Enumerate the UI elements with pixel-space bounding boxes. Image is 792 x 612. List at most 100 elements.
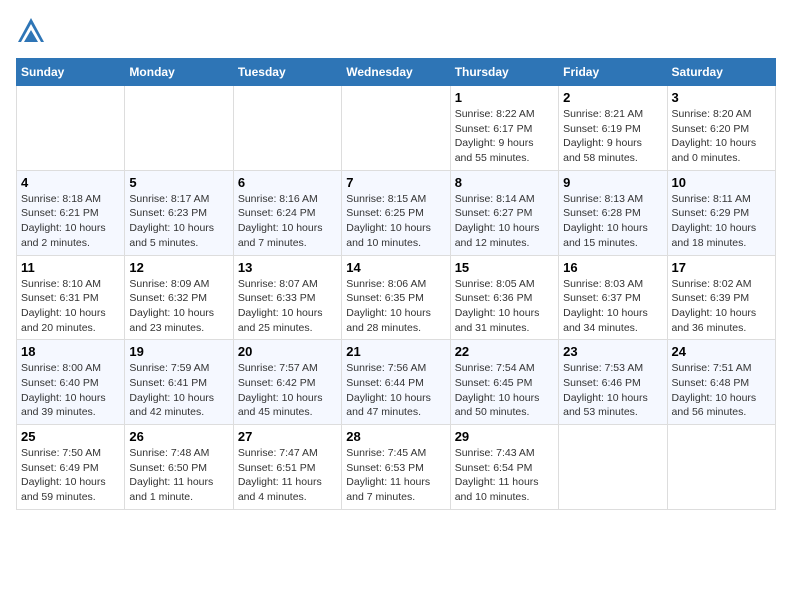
day-info: Sunrise: 7:53 AM Sunset: 6:46 PM Dayligh… [563,361,662,420]
calendar-cell [559,425,667,510]
calendar-cell: 23 Sunrise: 7:53 AM Sunset: 6:46 PM Dayli… [559,340,667,425]
weekday-header: Friday [559,59,667,86]
calendar-cell: 18 Sunrise: 8:00 AM Sunset: 6:40 PM Dayli… [17,340,125,425]
calendar-cell: 21Sunrise: 7:56 AM Sunset: 6:44 PM Dayli… [342,340,450,425]
day-number: 12 [129,260,228,275]
calendar-cell: 27 Sunrise: 7:47 AM Sunset: 6:51 PM Dayli… [233,425,341,510]
weekday-header: Monday [125,59,233,86]
calendar-cell: 19 Sunrise: 7:59 AM Sunset: 6:41 PM Dayli… [125,340,233,425]
day-info: Sunrise: 8:17 AM Sunset: 6:23 PM Dayligh… [129,192,228,251]
calendar-cell: 20 Sunrise: 7:57 AM Sunset: 6:42 PM Dayli… [233,340,341,425]
day-info: Sunrise: 8:06 AM Sunset: 6:35 PM Dayligh… [346,277,445,336]
day-info: Sunrise: 8:18 AM Sunset: 6:21 PM Dayligh… [21,192,120,251]
calendar-cell: 3 Sunrise: 8:20 AM Sunset: 6:20 PM Daylig… [667,86,775,171]
weekday-header: Saturday [667,59,775,86]
day-info: Sunrise: 8:02 AM Sunset: 6:39 PM Dayligh… [672,277,771,336]
calendar-cell: 10 Sunrise: 8:11 AM Sunset: 6:29 PM Dayli… [667,170,775,255]
calendar-cell: 11 Sunrise: 8:10 AM Sunset: 6:31 PM Dayli… [17,255,125,340]
day-info: Sunrise: 8:21 AM Sunset: 6:19 PM Dayligh… [563,107,662,166]
day-number: 14 [346,260,445,275]
calendar-row: 4 Sunrise: 8:18 AM Sunset: 6:21 PM Daylig… [17,170,776,255]
day-number: 15 [455,260,554,275]
day-info: Sunrise: 7:56 AM Sunset: 6:44 PM Dayligh… [346,361,445,420]
day-number: 18 [21,344,120,359]
calendar-cell: 17 Sunrise: 8:02 AM Sunset: 6:39 PM Dayli… [667,255,775,340]
calendar-row: 1 Sunrise: 8:22 AM Sunset: 6:17 PM Daylig… [17,86,776,171]
calendar-cell [233,86,341,171]
day-number: 5 [129,175,228,190]
day-number: 9 [563,175,662,190]
calendar-cell [125,86,233,171]
day-info: Sunrise: 7:59 AM Sunset: 6:41 PM Dayligh… [129,361,228,420]
day-info: Sunrise: 7:50 AM Sunset: 6:49 PM Dayligh… [21,446,120,505]
day-number: 22 [455,344,554,359]
calendar-cell [667,425,775,510]
calendar-table: SundayMondayTuesdayWednesdayThursdayFrid… [16,58,776,510]
day-number: 17 [672,260,771,275]
calendar-cell: 28Sunrise: 7:45 AM Sunset: 6:53 PM Dayli… [342,425,450,510]
day-number: 23 [563,344,662,359]
day-info: Sunrise: 7:45 AM Sunset: 6:53 PM Dayligh… [346,446,445,505]
calendar-cell [342,86,450,171]
day-number: 11 [21,260,120,275]
day-info: Sunrise: 8:22 AM Sunset: 6:17 PM Dayligh… [455,107,554,166]
weekday-header: Thursday [450,59,558,86]
day-number: 8 [455,175,554,190]
calendar-cell: 22 Sunrise: 7:54 AM Sunset: 6:45 PM Dayli… [450,340,558,425]
calendar-cell: 26 Sunrise: 7:48 AM Sunset: 6:50 PM Dayli… [125,425,233,510]
calendar-cell: 29 Sunrise: 7:43 AM Sunset: 6:54 PM Dayli… [450,425,558,510]
day-info: Sunrise: 7:57 AM Sunset: 6:42 PM Dayligh… [238,361,337,420]
day-info: Sunrise: 7:54 AM Sunset: 6:45 PM Dayligh… [455,361,554,420]
day-info: Sunrise: 8:14 AM Sunset: 6:27 PM Dayligh… [455,192,554,251]
weekday-header: Tuesday [233,59,341,86]
calendar-cell [17,86,125,171]
calendar-cell: 8 Sunrise: 8:14 AM Sunset: 6:27 PM Daylig… [450,170,558,255]
day-info: Sunrise: 7:43 AM Sunset: 6:54 PM Dayligh… [455,446,554,505]
day-info: Sunrise: 8:05 AM Sunset: 6:36 PM Dayligh… [455,277,554,336]
day-info: Sunrise: 8:16 AM Sunset: 6:24 PM Dayligh… [238,192,337,251]
calendar-cell: 6 Sunrise: 8:16 AM Sunset: 6:24 PM Daylig… [233,170,341,255]
day-number: 4 [21,175,120,190]
calendar-cell: 7 Sunrise: 8:15 AM Sunset: 6:25 PM Daylig… [342,170,450,255]
day-number: 20 [238,344,337,359]
day-number: 24 [672,344,771,359]
day-number: 6 [238,175,337,190]
day-number: 26 [129,429,228,444]
day-number: 13 [238,260,337,275]
calendar-cell: 14 Sunrise: 8:06 AM Sunset: 6:35 PM Dayli… [342,255,450,340]
page-header [16,16,776,46]
weekday-header-row: SundayMondayTuesdayWednesdayThursdayFrid… [17,59,776,86]
logo-icon [16,16,46,46]
day-info: Sunrise: 8:11 AM Sunset: 6:29 PM Dayligh… [672,192,771,251]
calendar-cell: 2 Sunrise: 8:21 AM Sunset: 6:19 PM Daylig… [559,86,667,171]
day-info: Sunrise: 7:47 AM Sunset: 6:51 PM Dayligh… [238,446,337,505]
calendar-cell: 1 Sunrise: 8:22 AM Sunset: 6:17 PM Daylig… [450,86,558,171]
calendar-row: 25 Sunrise: 7:50 AM Sunset: 6:49 PM Dayli… [17,425,776,510]
logo [16,16,50,46]
day-number: 29 [455,429,554,444]
day-number: 3 [672,90,771,105]
day-number: 25 [21,429,120,444]
day-info: Sunrise: 8:00 AM Sunset: 6:40 PM Dayligh… [21,361,120,420]
day-number: 7 [346,175,445,190]
day-info: Sunrise: 8:13 AM Sunset: 6:28 PM Dayligh… [563,192,662,251]
day-info: Sunrise: 7:48 AM Sunset: 6:50 PM Dayligh… [129,446,228,505]
day-info: Sunrise: 8:09 AM Sunset: 6:32 PM Dayligh… [129,277,228,336]
day-number: 2 [563,90,662,105]
calendar-cell: 16Sunrise: 8:03 AM Sunset: 6:37 PM Dayli… [559,255,667,340]
calendar-row: 11 Sunrise: 8:10 AM Sunset: 6:31 PM Dayli… [17,255,776,340]
calendar-cell: 12 Sunrise: 8:09 AM Sunset: 6:32 PM Dayli… [125,255,233,340]
day-info: Sunrise: 8:10 AM Sunset: 6:31 PM Dayligh… [21,277,120,336]
day-info: Sunrise: 8:20 AM Sunset: 6:20 PM Dayligh… [672,107,771,166]
weekday-header: Sunday [17,59,125,86]
day-number: 27 [238,429,337,444]
calendar-cell: 25 Sunrise: 7:50 AM Sunset: 6:49 PM Dayli… [17,425,125,510]
day-number: 1 [455,90,554,105]
calendar-row: 18 Sunrise: 8:00 AM Sunset: 6:40 PM Dayli… [17,340,776,425]
day-number: 10 [672,175,771,190]
day-number: 19 [129,344,228,359]
day-info: Sunrise: 8:03 AM Sunset: 6:37 PM Dayligh… [563,277,662,336]
calendar-cell: 4 Sunrise: 8:18 AM Sunset: 6:21 PM Daylig… [17,170,125,255]
day-info: Sunrise: 8:15 AM Sunset: 6:25 PM Dayligh… [346,192,445,251]
calendar-cell: 24Sunrise: 7:51 AM Sunset: 6:48 PM Dayli… [667,340,775,425]
